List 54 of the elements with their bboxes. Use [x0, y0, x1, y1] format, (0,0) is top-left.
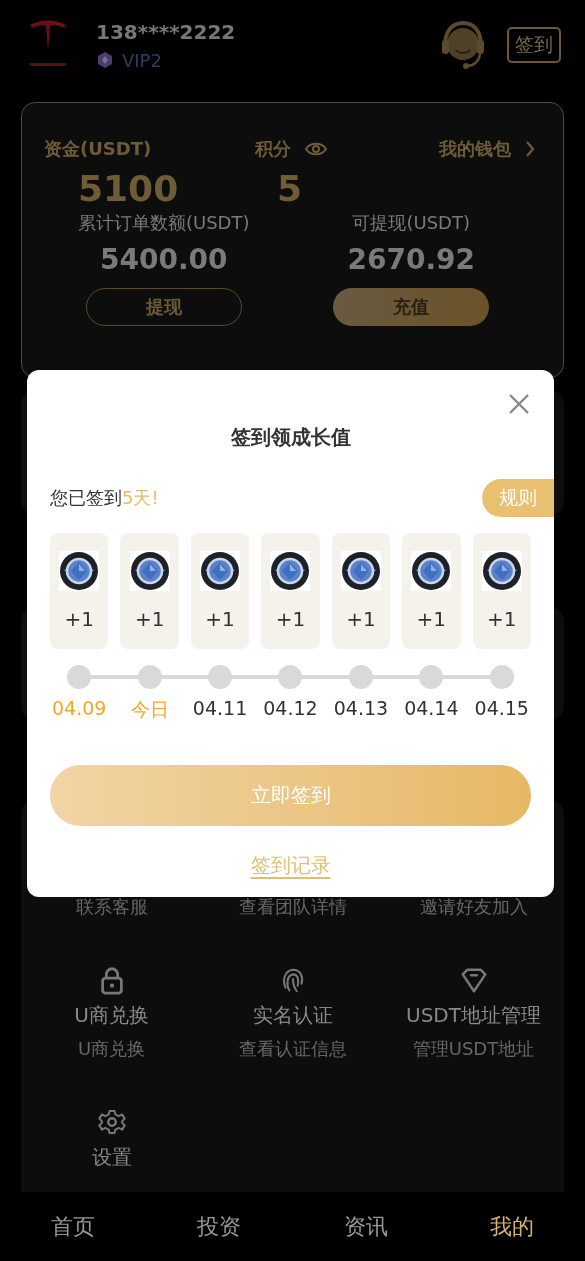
funds-label: 资金(USDT) [44, 137, 153, 161]
checkin-button[interactable]: 签到 [507, 27, 561, 63]
menu-item-title[interactable]: U商兑换 [74, 1002, 149, 1029]
reward-amount: +1 [205, 607, 235, 631]
phone-number: 138****2222 [96, 19, 237, 44]
medal-icon [200, 551, 241, 591]
reward-amount: +1 [346, 607, 376, 631]
day-date: 04.13 [333, 697, 389, 719]
menu-item-subtitle: 查看认证信息 [238, 1037, 347, 1061]
chevron-right-icon[interactable] [525, 141, 535, 157]
menu-item-subtitle: 联系客服 [75, 895, 148, 919]
stat-value: 2670.92 [347, 243, 475, 276]
menu-item-subtitle: 邀请好友加入 [419, 895, 528, 919]
points-label: 积分 [255, 137, 291, 161]
funds-value: 5100 [77, 167, 180, 211]
menu-item-title[interactable]: USDT地址管理 [406, 1002, 541, 1029]
medal-icon [270, 551, 311, 591]
menu-item-title[interactable]: 实名认证 [252, 1002, 333, 1029]
vip-level: VIP2 [122, 49, 162, 71]
menu-item-subtitle: U商兑换 [77, 1037, 146, 1061]
dialog-title: 签到领成长值 [229, 424, 352, 451]
checkin-status: 您已签到5天! [50, 486, 159, 510]
stat-label: 可提现(USDT) [352, 211, 470, 235]
day-date: 今日 [130, 697, 169, 722]
reward-amount: +1 [416, 607, 447, 631]
medal-icon [411, 551, 452, 591]
tab-item[interactable]: 首页 [51, 1211, 96, 1242]
reward-amount: +1 [487, 607, 517, 631]
menu-item-subtitle: 管理USDT地址 [412, 1037, 535, 1061]
stat-value: 5400.00 [100, 243, 228, 276]
vip-badge-icon [96, 51, 114, 69]
day-date: 04.14 [404, 697, 459, 719]
reward-amount: +1 [275, 607, 306, 631]
medal-icon [129, 551, 170, 591]
day-date: 04.09 [52, 697, 107, 719]
eye-icon[interactable] [305, 142, 327, 156]
points-value: 5 [276, 167, 304, 211]
close-icon[interactable] [508, 393, 530, 415]
support-agent-icon[interactable] [439, 20, 487, 70]
tab-item[interactable]: 投资 [197, 1211, 242, 1242]
day-date: 04.15 [474, 697, 529, 719]
medal-icon [59, 551, 100, 591]
menu-item-title[interactable]: 设置 [91, 1144, 132, 1171]
reward-amount: +1 [64, 607, 94, 631]
menu-item-subtitle: 查看团队详情 [238, 895, 347, 919]
wallet-link[interactable]: 我的钱包 [439, 137, 511, 161]
reward-amount: +1 [134, 607, 165, 631]
medal-icon [481, 551, 522, 591]
day-date: 04.12 [263, 697, 318, 719]
stat-label: 累计订单数额(USDT) [78, 211, 250, 235]
tab-item[interactable]: 我的 [489, 1211, 534, 1242]
medal-icon [340, 551, 381, 591]
tab-item[interactable]: 资讯 [343, 1211, 388, 1242]
day-date: 04.11 [192, 697, 248, 719]
